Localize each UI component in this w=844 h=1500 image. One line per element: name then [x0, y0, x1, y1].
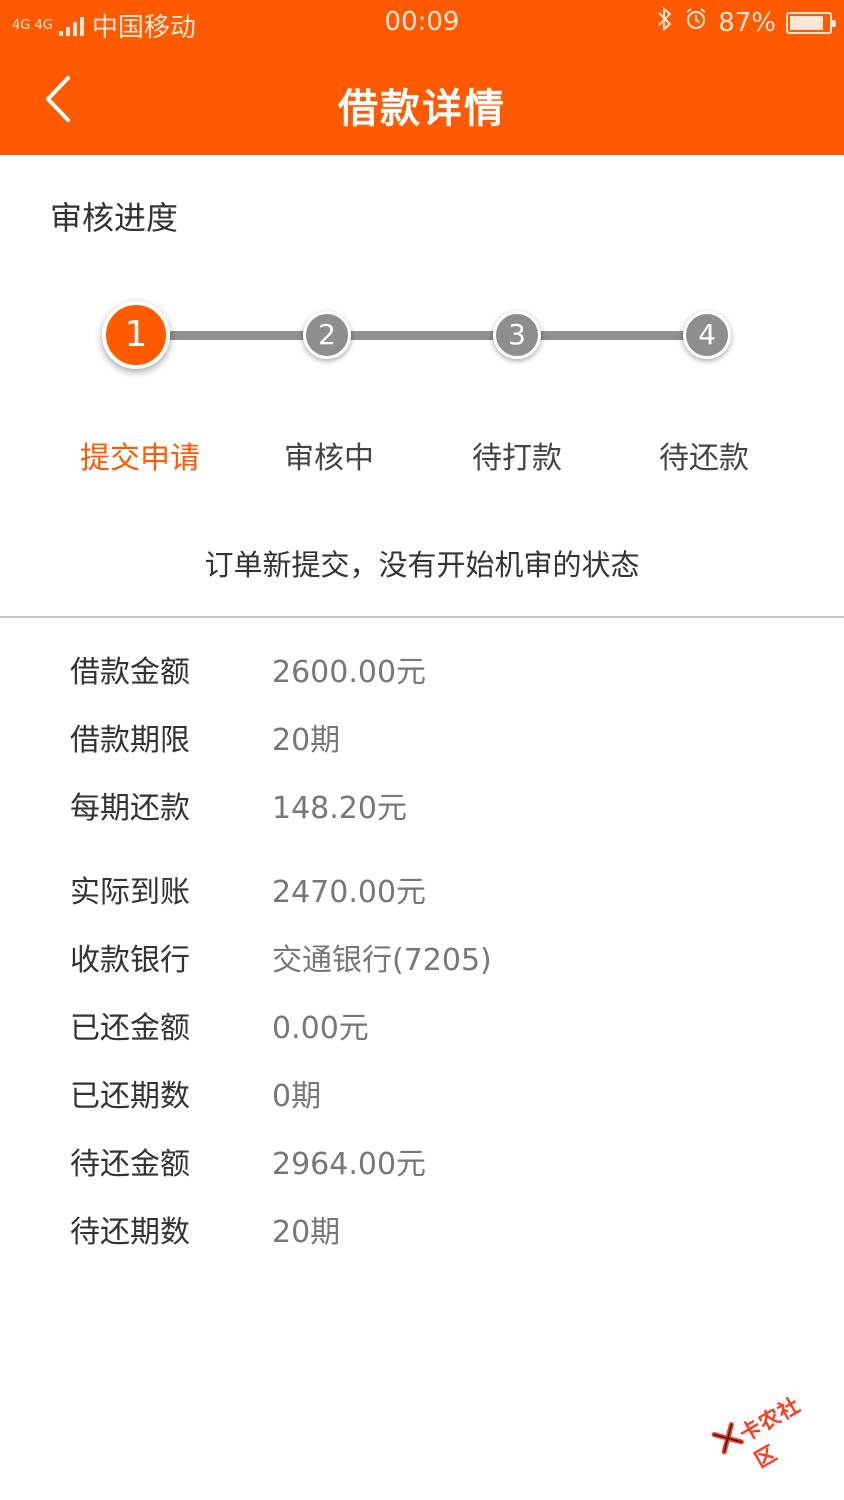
- detail-label: 已还金额: [70, 1011, 190, 1046]
- detail-row-repaid-amount: 已还金额 0.00元: [70, 1003, 810, 1051]
- navigation-bar: 借款详情: [0, 44, 844, 155]
- step-1-indicator: 1: [102, 301, 170, 369]
- detail-value: 148.20元: [272, 791, 407, 826]
- detail-label: 借款金额: [70, 655, 190, 690]
- detail-label: 待还金额: [70, 1147, 190, 1182]
- step-1-label: 提交申请: [80, 441, 200, 476]
- detail-value: 20期: [272, 1215, 341, 1250]
- detail-label: 收款银行: [70, 943, 190, 978]
- step-3-indicator: 3: [493, 311, 541, 359]
- detail-value: 2470.00元: [272, 875, 427, 910]
- bluetooth-icon: [656, 6, 674, 38]
- detail-value: 2964.00元: [272, 1147, 427, 1182]
- detail-row-outstanding-amount: 待还金额 2964.00元: [70, 1139, 810, 1187]
- step-4-label: 待还款: [659, 441, 749, 476]
- detail-label: 每期还款: [70, 791, 190, 826]
- step-2-label: 审核中: [284, 441, 374, 476]
- detail-row-receiving-bank: 收款银行 交通银行(7205): [70, 935, 810, 983]
- detail-value: 2600.00元: [272, 655, 427, 690]
- detail-row-installment: 每期还款 148.20元: [70, 783, 810, 831]
- detail-label: 实际到账: [70, 875, 190, 910]
- battery-icon: [786, 11, 836, 34]
- watermark-text: 卡农社区: [735, 1392, 805, 1473]
- detail-label: 待还期数: [70, 1215, 190, 1250]
- step-connector: [170, 331, 310, 340]
- detail-label: 已还期数: [70, 1079, 190, 1114]
- detail-value: 0.00元: [272, 1011, 369, 1046]
- detail-value: 0期: [272, 1079, 322, 1114]
- step-connector: [350, 331, 500, 340]
- step-2-indicator: 2: [303, 311, 351, 359]
- alarm-icon: [684, 7, 708, 38]
- detail-row-repaid-periods: 已还期数 0期: [70, 1071, 810, 1119]
- section-title: 审核进度: [50, 199, 179, 237]
- step-connector: [538, 331, 688, 340]
- status-right: 87%: [656, 6, 836, 38]
- step-4-indicator: 4: [683, 311, 731, 359]
- detail-row-loan-amount: 借款金额 2600.00元: [70, 647, 810, 695]
- watermark: 卡农社区: [703, 1366, 833, 1482]
- detail-row-loan-term: 借款期限 20期: [70, 715, 810, 763]
- page-title: 借款详情: [338, 86, 506, 132]
- detail-row-outstanding-periods: 待还期数 20期: [70, 1207, 810, 1255]
- detail-label: 借款期限: [70, 723, 190, 758]
- status-message: 订单新提交，没有开始机审的状态: [204, 548, 640, 582]
- status-bar: 4G 4G 中国移动 00:09 87%: [0, 0, 844, 44]
- battery-percent: 87%: [718, 7, 776, 38]
- detail-row-actual-received: 实际到账 2470.00元: [70, 867, 810, 915]
- step-3-label: 待打款: [472, 441, 562, 476]
- detail-value: 20期: [272, 723, 341, 758]
- progress-stepper: 1 2 3 4: [0, 300, 844, 380]
- detail-value: 交通银行(7205): [272, 943, 492, 978]
- divider: [0, 616, 844, 618]
